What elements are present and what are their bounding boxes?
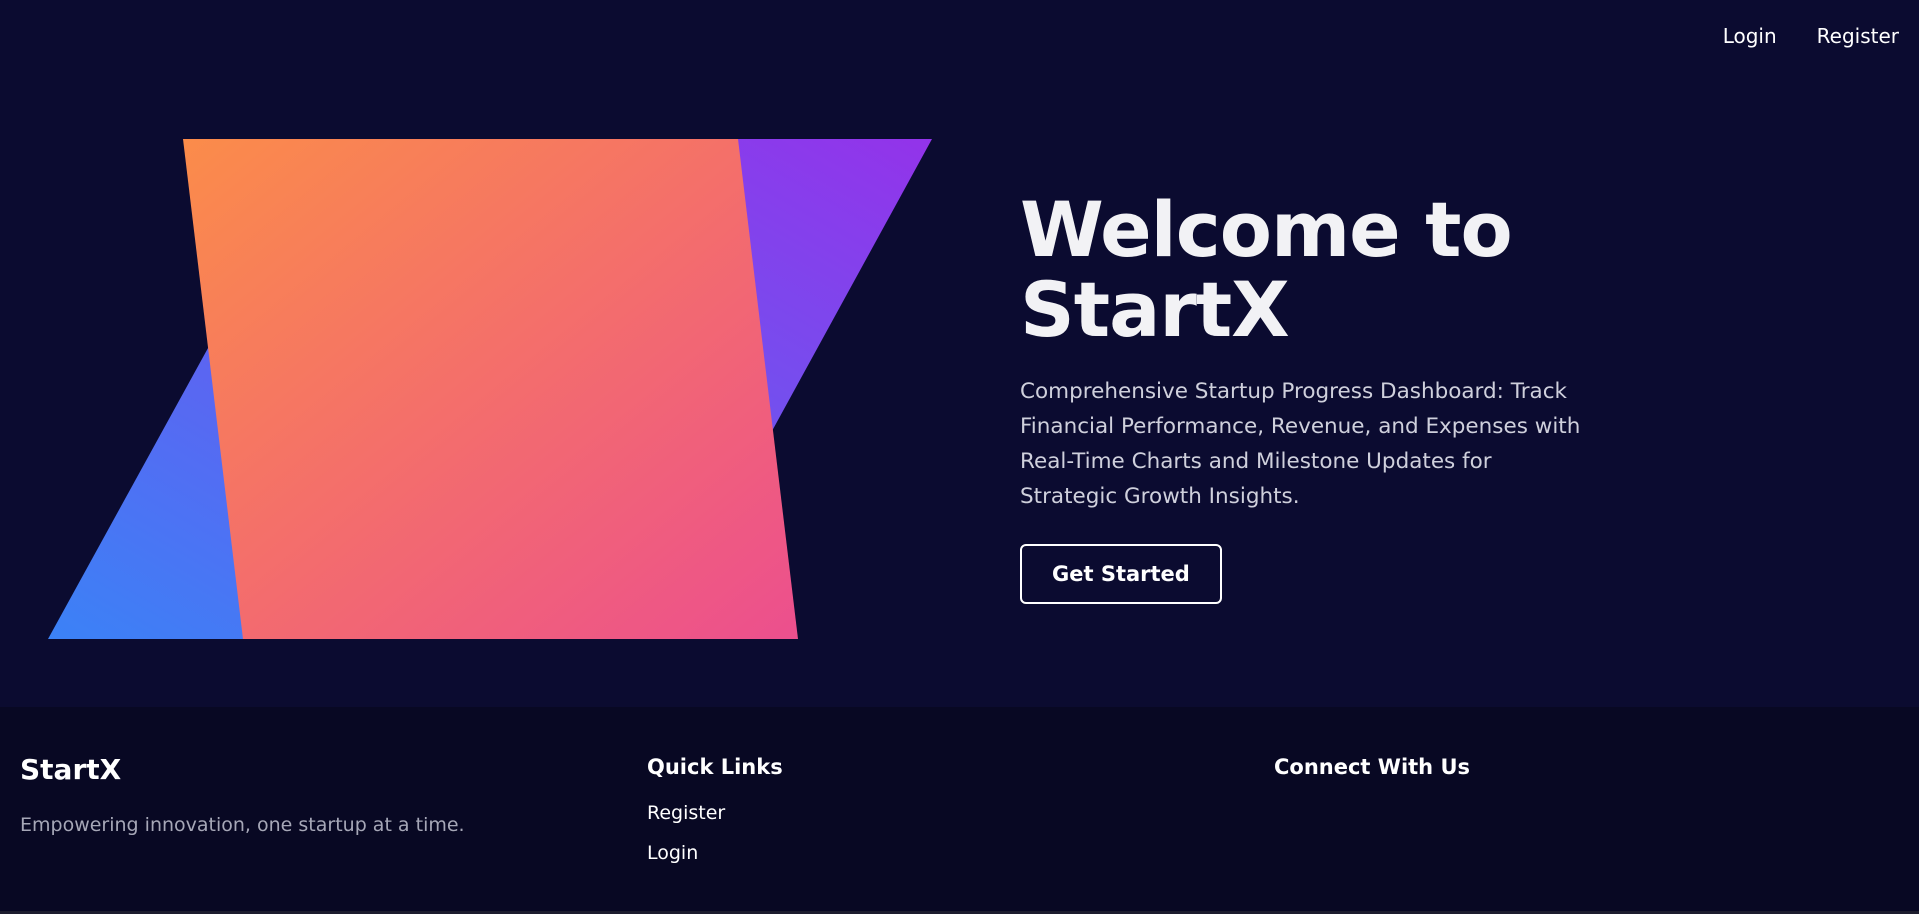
footer-login-link[interactable]: Login	[647, 841, 783, 865]
nav-login-link[interactable]: Login	[1723, 22, 1777, 50]
hero-title: Welcome to StartX	[1020, 185, 1513, 354]
footer-brand: StartX	[20, 753, 122, 786]
hero-illustration	[48, 139, 932, 639]
footer-connect-column: Connect With Us	[1274, 753, 1470, 781]
hero-section: Welcome to StartX Comprehensive Startup …	[0, 0, 1919, 707]
footer-tagline: Empowering innovation, one startup at a …	[20, 814, 465, 836]
hero-subtitle: Comprehensive Startup Progress Dashboard…	[1020, 379, 1581, 509]
landing-page: Welcome to StartX Comprehensive Startup …	[0, 0, 1919, 914]
front-parallelogram-shape	[183, 139, 798, 639]
quick-links-heading: Quick Links	[647, 755, 783, 779]
footer-brand-column: StartX Empowering innovation, one startu…	[20, 753, 465, 837]
footer-register-link[interactable]: Register	[647, 801, 783, 825]
connect-heading: Connect With Us	[1274, 755, 1470, 779]
nav-register-link[interactable]: Register	[1817, 22, 1899, 50]
quick-links-list: Register Login	[647, 801, 783, 865]
footer-quick-links-column: Quick Links Register Login	[647, 753, 783, 865]
get-started-button[interactable]: Get Started	[1020, 544, 1222, 604]
hero-content: Welcome to StartX Comprehensive Startup …	[1020, 190, 1590, 604]
top-nav: Login Register	[1723, 22, 1899, 50]
site-footer: StartX Empowering innovation, one startu…	[0, 707, 1919, 914]
